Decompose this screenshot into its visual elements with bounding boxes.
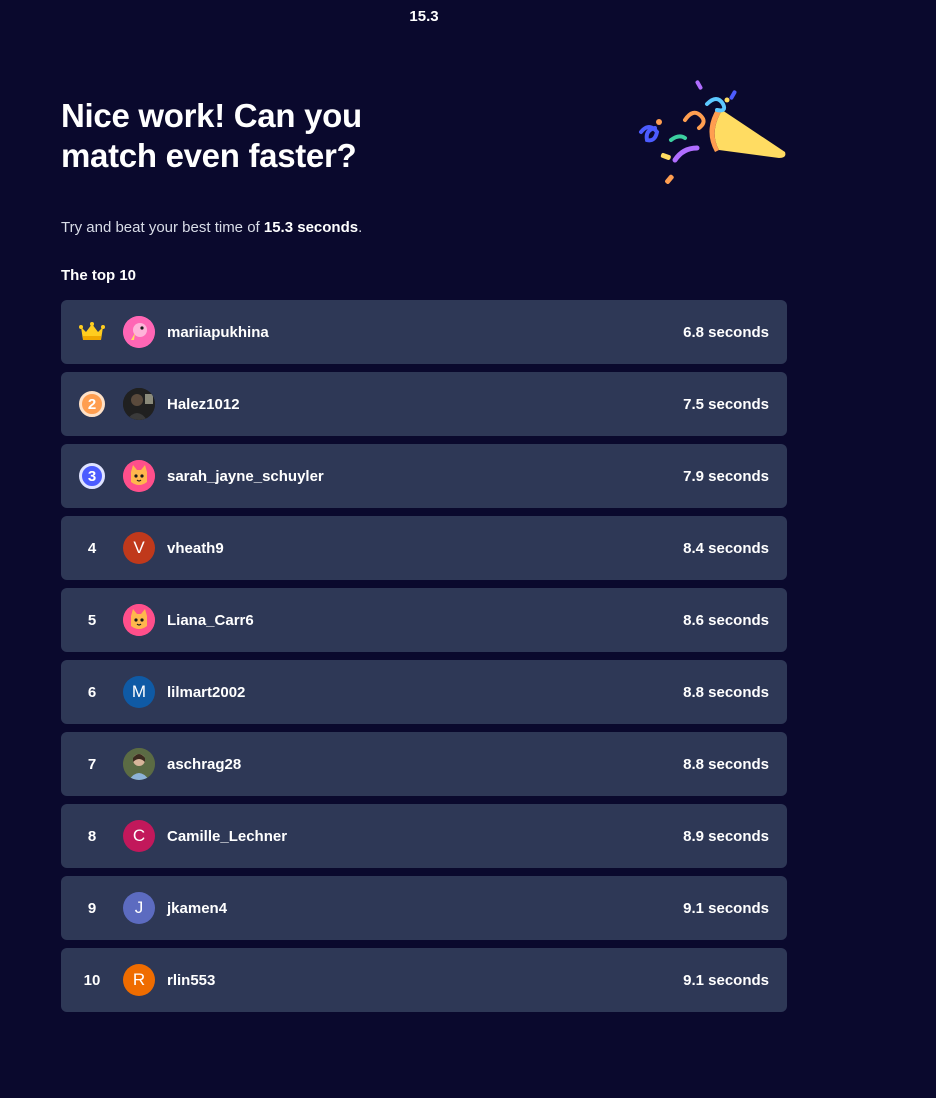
subtitle-suffix: . [358, 219, 363, 236]
avatar[interactable] [123, 316, 155, 348]
best-time-message: Try and beat your best time of 15.3 seco… [61, 219, 362, 236]
leaderboard-row: mariiapukhina 6.8 seconds [61, 300, 787, 364]
avatar[interactable]: J [123, 892, 155, 924]
rank-number: 8 [87, 827, 97, 845]
time-value: 9.1 seconds [683, 899, 769, 917]
rank-number: 4 [87, 539, 97, 557]
cat-avatar-icon [123, 604, 155, 636]
leaderboard: mariiapukhina 6.8 seconds 2 Halez1012 7.… [61, 300, 787, 1020]
party-popper-icon [639, 80, 786, 184]
cat-avatar-icon [123, 460, 155, 492]
username[interactable]: vheath9 [167, 540, 683, 557]
leaderboard-row: 4 V vheath9 8.4 seconds [61, 516, 787, 580]
avatar[interactable]: R [123, 964, 155, 996]
time-value: 6.8 seconds [683, 323, 769, 341]
leaderboard-row: 2 Halez1012 7.5 seconds [61, 372, 787, 436]
username[interactable]: jkamen4 [167, 900, 683, 917]
rank-number: 10 [83, 971, 101, 989]
rank-number: 5 [87, 611, 97, 629]
username[interactable]: aschrag28 [167, 756, 683, 773]
rank-cell: 3 [61, 463, 123, 489]
rank-number: 6 [87, 683, 97, 701]
avatar[interactable] [123, 388, 155, 420]
leaderboard-row: 10 R rlin553 9.1 seconds [61, 948, 787, 1012]
leaderboard-row: 6 M lilmart2002 8.8 seconds [61, 660, 787, 724]
leaderboard-row: 3 sarah_jayne_schuyler 7.9 seconds [61, 444, 787, 508]
photo-avatar-icon [123, 388, 155, 420]
avatar[interactable] [123, 604, 155, 636]
time-value: 8.6 seconds [683, 611, 769, 629]
avatar[interactable] [123, 460, 155, 492]
leaderboard-title: The top 10 [61, 267, 137, 284]
time-value: 8.8 seconds [683, 683, 769, 701]
rank-number: 9 [87, 899, 97, 917]
username[interactable]: rlin553 [167, 972, 683, 989]
leaderboard-row: 8 C Camille_Lechner 8.9 seconds [61, 804, 787, 868]
username[interactable]: Camille_Lechner [167, 828, 683, 845]
avatar[interactable] [123, 748, 155, 780]
timer-readout: 15.3 [409, 8, 439, 25]
leaderboard-row: 9 J jkamen4 9.1 seconds [61, 876, 787, 940]
photo-avatar-icon [123, 748, 155, 780]
time-value: 7.5 seconds [683, 395, 769, 413]
username[interactable]: Liana_Carr6 [167, 612, 683, 629]
flamingo-avatar-icon [123, 316, 155, 348]
page-title: Nice work! Can you match even faster? [61, 97, 362, 174]
rank-cell: 2 [61, 391, 123, 417]
time-value: 7.9 seconds [683, 467, 769, 485]
username[interactable]: lilmart2002 [167, 684, 683, 701]
username[interactable]: mariiapukhina [167, 324, 683, 341]
avatar[interactable]: M [123, 676, 155, 708]
rank-cell [61, 321, 123, 343]
crown-icon [79, 322, 105, 340]
avatar[interactable]: C [123, 820, 155, 852]
third-place-medal: 3 [79, 463, 105, 489]
rank-number: 7 [87, 755, 97, 773]
time-value: 8.4 seconds [683, 539, 769, 557]
subtitle-prefix: Try and beat your best time of [61, 219, 264, 236]
username[interactable]: sarah_jayne_schuyler [167, 468, 683, 485]
best-time-value: 15.3 seconds [263, 219, 359, 236]
time-value: 9.1 seconds [683, 971, 769, 989]
time-value: 8.9 seconds [683, 827, 769, 845]
leaderboard-row: 5 Liana_Carr6 8.6 seconds [61, 588, 787, 652]
second-place-medal: 2 [79, 391, 105, 417]
leaderboard-row: 7 aschrag28 8.8 seconds [61, 732, 787, 796]
username[interactable]: Halez1012 [167, 396, 683, 413]
avatar[interactable]: V [123, 532, 155, 564]
header: Nice work! Can you match even faster? [61, 80, 787, 196]
time-value: 8.8 seconds [683, 755, 769, 773]
